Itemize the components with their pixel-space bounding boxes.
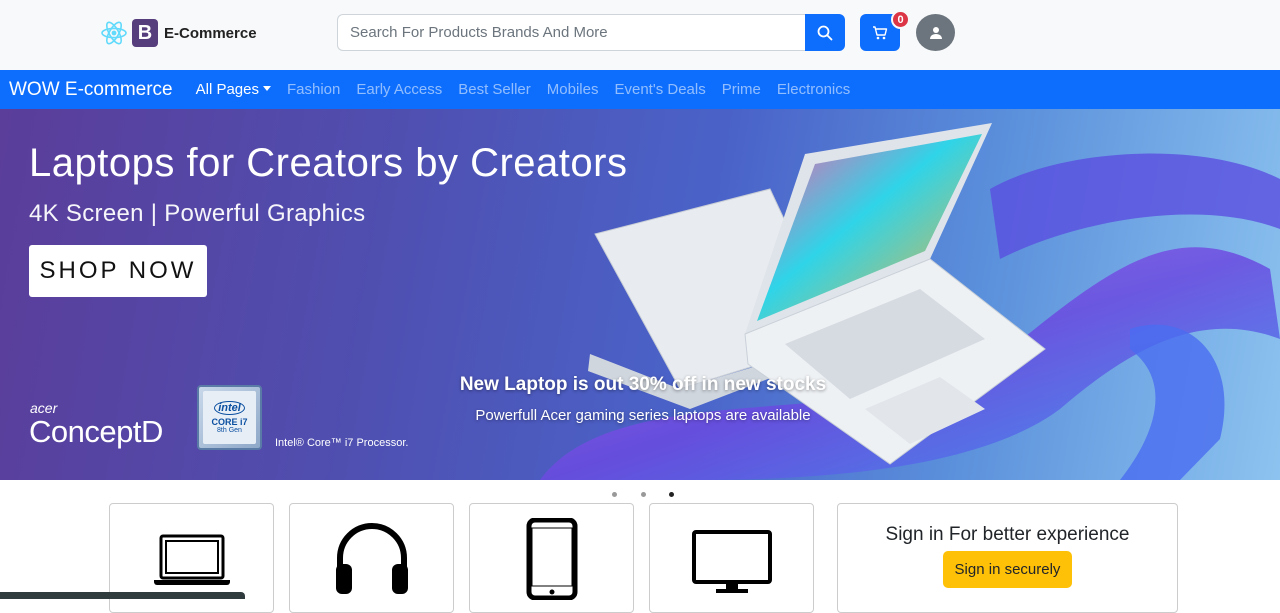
top-header: B E-Commerce 0 xyxy=(0,0,1280,70)
nav-item-prime[interactable]: Prime xyxy=(722,81,761,98)
category-card-mobiles[interactable] xyxy=(469,503,634,613)
search-bar xyxy=(337,14,845,51)
laptop-icon xyxy=(153,534,230,585)
nav-item-all-pages[interactable]: All Pages xyxy=(196,81,271,98)
carousel-indicator-1[interactable] xyxy=(612,492,617,497)
user-icon xyxy=(929,26,942,39)
carousel-caption-text: Powerfull Acer gaming series laptops are… xyxy=(475,407,811,424)
bootstrap-logo-icon: B xyxy=(132,19,158,47)
nav-item-label: All Pages xyxy=(195,81,259,98)
user-account-button[interactable] xyxy=(916,14,955,51)
search-button[interactable] xyxy=(805,14,845,51)
intel-processor-text: Intel® Core™ i7 Processor. xyxy=(275,437,409,449)
signin-button[interactable]: Sign in securely xyxy=(943,551,1072,588)
smartphone-icon xyxy=(526,518,577,600)
hero-title: Laptops for Creators by Creators xyxy=(29,141,628,185)
nav-item-electronics[interactable]: Electronics xyxy=(777,81,850,98)
intel-gen-label: 8th Gen xyxy=(217,427,242,434)
carousel-indicator-2[interactable] xyxy=(641,492,646,497)
category-card-headphones[interactable] xyxy=(289,503,454,613)
category-card-monitors[interactable] xyxy=(649,503,814,613)
carousel-caption-title: New Laptop is out 30% off in new stocks xyxy=(459,374,827,395)
cart-icon xyxy=(873,25,888,39)
nav-item-early-access[interactable]: Early Access xyxy=(356,81,442,98)
hero-subtitle: 4K Screen | Powerful Graphics xyxy=(29,200,366,227)
shop-now-button[interactable]: SHOP NOW xyxy=(29,245,207,297)
headphones-icon xyxy=(335,523,408,594)
search-input[interactable] xyxy=(337,14,805,51)
nav-item-best-seller[interactable]: Best Seller xyxy=(458,81,531,98)
monitor-icon xyxy=(691,530,772,593)
main-navbar: WOW E-commerce All Pages Fashion Early A… xyxy=(0,70,1280,109)
signin-panel: Sign in For better experience Sign in se… xyxy=(837,503,1178,613)
nav-item-fashion[interactable]: Fashion xyxy=(287,81,340,98)
site-logo[interactable]: B E-Commerce xyxy=(100,19,257,47)
caret-down-icon xyxy=(262,86,271,91)
navbar-brand[interactable]: WOW E-commerce xyxy=(9,79,173,101)
carousel-indicator-3[interactable] xyxy=(669,492,674,497)
cart-count-badge: 0 xyxy=(891,10,910,29)
signin-title: Sign in For better experience xyxy=(885,524,1130,545)
browser-status-bar xyxy=(0,592,245,599)
search-icon xyxy=(817,25,833,40)
react-icon xyxy=(101,21,127,45)
nav-item-mobiles[interactable]: Mobiles xyxy=(547,81,599,98)
hero-carousel[interactable]: Laptops for Creators by Creators 4K Scre… xyxy=(0,109,1280,480)
logo-text: E-Commerce xyxy=(164,24,257,42)
nav-item-events-deals[interactable]: Event's Deals xyxy=(614,81,705,98)
